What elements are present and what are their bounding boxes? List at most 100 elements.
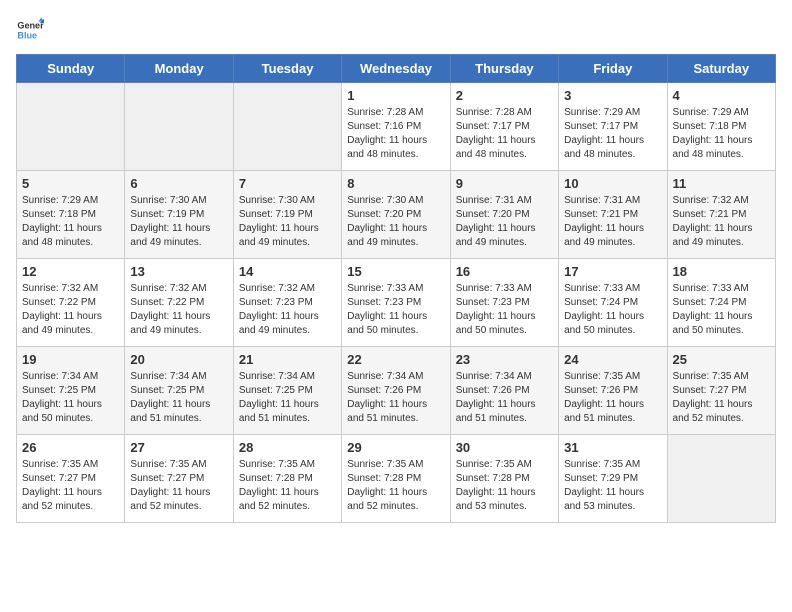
calendar-cell: 5 Sunrise: 7:29 AM Sunset: 7:18 PM Daylig… xyxy=(17,171,125,259)
calendar-week-row: 26 Sunrise: 7:35 AM Sunset: 7:27 PM Dayli… xyxy=(17,435,776,523)
day-number: 10 xyxy=(564,176,661,191)
calendar-cell: 8Sunrise: 7:30 AM Sunset: 7:20 PM Daylig… xyxy=(342,171,450,259)
logo: General Blue xyxy=(16,16,44,44)
calendar-week-row: 5 Sunrise: 7:29 AM Sunset: 7:18 PM Daylig… xyxy=(17,171,776,259)
day-info: Sunrise: 7:30 AM Sunset: 7:19 PM Dayligh… xyxy=(239,194,336,250)
calendar-cell: 4 Sunrise: 7:29 AM Sunset: 7:18 PM Daylig… xyxy=(667,83,775,171)
day-number: 26 xyxy=(22,440,119,455)
day-number: 17 xyxy=(564,264,661,279)
calendar-cell: 25 Sunrise: 7:35 AM Sunset: 7:27 PM Dayli… xyxy=(667,347,775,435)
calendar-cell: 11 Sunrise: 7:32 AM Sunset: 7:21 PM Dayli… xyxy=(667,171,775,259)
calendar-cell: 26 Sunrise: 7:35 AM Sunset: 7:27 PM Dayli… xyxy=(17,435,125,523)
calendar-cell: 21Sunrise: 7:34 AM Sunset: 7:25 PM Dayli… xyxy=(233,347,341,435)
day-header-tuesday: Tuesday xyxy=(233,55,341,83)
day-number: 29 xyxy=(347,440,444,455)
day-header-friday: Friday xyxy=(559,55,667,83)
day-info: Sunrise: 7:31 AM Sunset: 7:20 PM Dayligh… xyxy=(456,194,553,250)
calendar-cell: 16 Sunrise: 7:33 AM Sunset: 7:23 PM Dayli… xyxy=(450,259,558,347)
calendar-header-row: SundayMondayTuesdayWednesdayThursdayFrid… xyxy=(17,55,776,83)
day-info: Sunrise: 7:30 AM Sunset: 7:19 PM Dayligh… xyxy=(130,194,227,250)
day-number: 7 xyxy=(239,176,336,191)
day-info: Sunrise: 7:35 AM Sunset: 7:28 PM Dayligh… xyxy=(239,458,336,514)
day-info: Sunrise: 7:34 AM Sunset: 7:25 PM Dayligh… xyxy=(130,370,227,426)
day-info: Sunrise: 7:29 AM Sunset: 7:17 PM Dayligh… xyxy=(564,106,661,162)
day-info: Sunrise: 7:35 AM Sunset: 7:29 PM Dayligh… xyxy=(564,458,661,514)
day-number: 20 xyxy=(130,352,227,367)
day-number: 22 xyxy=(347,352,444,367)
calendar-cell: 19Sunrise: 7:34 AM Sunset: 7:25 PM Dayli… xyxy=(17,347,125,435)
day-info: Sunrise: 7:29 AM Sunset: 7:18 PM Dayligh… xyxy=(673,106,770,162)
day-number: 11 xyxy=(673,176,770,191)
calendar-cell xyxy=(17,83,125,171)
calendar-cell: 27 Sunrise: 7:35 AM Sunset: 7:27 PM Dayli… xyxy=(125,435,233,523)
day-info: Sunrise: 7:28 AM Sunset: 7:17 PM Dayligh… xyxy=(456,106,553,162)
day-info: Sunrise: 7:33 AM Sunset: 7:24 PM Dayligh… xyxy=(673,282,770,338)
day-info: Sunrise: 7:33 AM Sunset: 7:24 PM Dayligh… xyxy=(564,282,661,338)
calendar-cell: 31 Sunrise: 7:35 AM Sunset: 7:29 PM Dayli… xyxy=(559,435,667,523)
svg-text:Blue: Blue xyxy=(17,30,37,40)
calendar-cell: 1 Sunrise: 7:28 AM Sunset: 7:16 PM Daylig… xyxy=(342,83,450,171)
day-header-wednesday: Wednesday xyxy=(342,55,450,83)
calendar-cell xyxy=(233,83,341,171)
calendar-cell: 15 Sunrise: 7:33 AM Sunset: 7:23 PM Dayli… xyxy=(342,259,450,347)
calendar-week-row: 12 Sunrise: 7:32 AM Sunset: 7:22 PM Dayli… xyxy=(17,259,776,347)
day-number: 16 xyxy=(456,264,553,279)
calendar-cell: 6 Sunrise: 7:30 AM Sunset: 7:19 PM Daylig… xyxy=(125,171,233,259)
day-info: Sunrise: 7:35 AM Sunset: 7:27 PM Dayligh… xyxy=(130,458,227,514)
calendar-cell: 3 Sunrise: 7:29 AM Sunset: 7:17 PM Daylig… xyxy=(559,83,667,171)
day-info: Sunrise: 7:33 AM Sunset: 7:23 PM Dayligh… xyxy=(456,282,553,338)
calendar-cell: 10Sunrise: 7:31 AM Sunset: 7:21 PM Dayli… xyxy=(559,171,667,259)
svg-text:General: General xyxy=(17,21,44,31)
day-header-monday: Monday xyxy=(125,55,233,83)
day-info: Sunrise: 7:32 AM Sunset: 7:21 PM Dayligh… xyxy=(673,194,770,250)
day-info: Sunrise: 7:35 AM Sunset: 7:27 PM Dayligh… xyxy=(673,370,770,426)
day-number: 2 xyxy=(456,88,553,103)
page-header: General Blue xyxy=(16,16,776,44)
calendar-cell: 30Sunrise: 7:35 AM Sunset: 7:28 PM Dayli… xyxy=(450,435,558,523)
day-number: 12 xyxy=(22,264,119,279)
calendar-cell: 20 Sunrise: 7:34 AM Sunset: 7:25 PM Dayli… xyxy=(125,347,233,435)
day-header-sunday: Sunday xyxy=(17,55,125,83)
day-number: 14 xyxy=(239,264,336,279)
day-info: Sunrise: 7:35 AM Sunset: 7:27 PM Dayligh… xyxy=(22,458,119,514)
day-number: 18 xyxy=(673,264,770,279)
day-number: 28 xyxy=(239,440,336,455)
day-info: Sunrise: 7:28 AM Sunset: 7:16 PM Dayligh… xyxy=(347,106,444,162)
day-info: Sunrise: 7:32 AM Sunset: 7:23 PM Dayligh… xyxy=(239,282,336,338)
day-info: Sunrise: 7:34 AM Sunset: 7:25 PM Dayligh… xyxy=(22,370,119,426)
day-header-saturday: Saturday xyxy=(667,55,775,83)
day-info: Sunrise: 7:29 AM Sunset: 7:18 PM Dayligh… xyxy=(22,194,119,250)
day-number: 25 xyxy=(673,352,770,367)
day-number: 31 xyxy=(564,440,661,455)
logo-icon: General Blue xyxy=(16,16,44,44)
day-number: 21 xyxy=(239,352,336,367)
calendar-cell: 14 Sunrise: 7:32 AM Sunset: 7:23 PM Dayli… xyxy=(233,259,341,347)
day-number: 27 xyxy=(130,440,227,455)
calendar-cell: 24Sunrise: 7:35 AM Sunset: 7:26 PM Dayli… xyxy=(559,347,667,435)
day-number: 6 xyxy=(130,176,227,191)
day-info: Sunrise: 7:33 AM Sunset: 7:23 PM Dayligh… xyxy=(347,282,444,338)
calendar-cell: 12Sunrise: 7:32 AM Sunset: 7:22 PM Dayli… xyxy=(17,259,125,347)
day-number: 3 xyxy=(564,88,661,103)
day-info: Sunrise: 7:35 AM Sunset: 7:28 PM Dayligh… xyxy=(347,458,444,514)
day-number: 13 xyxy=(130,264,227,279)
calendar-cell: 18 Sunrise: 7:33 AM Sunset: 7:24 PM Dayli… xyxy=(667,259,775,347)
day-number: 9 xyxy=(456,176,553,191)
day-number: 4 xyxy=(673,88,770,103)
calendar-cell: 22 Sunrise: 7:34 AM Sunset: 7:26 PM Dayli… xyxy=(342,347,450,435)
day-number: 1 xyxy=(347,88,444,103)
calendar-week-row: 1 Sunrise: 7:28 AM Sunset: 7:16 PM Daylig… xyxy=(17,83,776,171)
calendar-cell: 28 Sunrise: 7:35 AM Sunset: 7:28 PM Dayli… xyxy=(233,435,341,523)
calendar-week-row: 19Sunrise: 7:34 AM Sunset: 7:25 PM Dayli… xyxy=(17,347,776,435)
day-number: 15 xyxy=(347,264,444,279)
day-info: Sunrise: 7:30 AM Sunset: 7:20 PM Dayligh… xyxy=(347,194,444,250)
calendar-body: 1 Sunrise: 7:28 AM Sunset: 7:16 PM Daylig… xyxy=(17,83,776,523)
day-info: Sunrise: 7:34 AM Sunset: 7:26 PM Dayligh… xyxy=(347,370,444,426)
day-info: Sunrise: 7:32 AM Sunset: 7:22 PM Dayligh… xyxy=(130,282,227,338)
day-number: 23 xyxy=(456,352,553,367)
calendar-cell: 29 Sunrise: 7:35 AM Sunset: 7:28 PM Dayli… xyxy=(342,435,450,523)
day-number: 5 xyxy=(22,176,119,191)
day-info: Sunrise: 7:35 AM Sunset: 7:28 PM Dayligh… xyxy=(456,458,553,514)
day-info: Sunrise: 7:35 AM Sunset: 7:26 PM Dayligh… xyxy=(564,370,661,426)
calendar-cell: 17 Sunrise: 7:33 AM Sunset: 7:24 PM Dayli… xyxy=(559,259,667,347)
